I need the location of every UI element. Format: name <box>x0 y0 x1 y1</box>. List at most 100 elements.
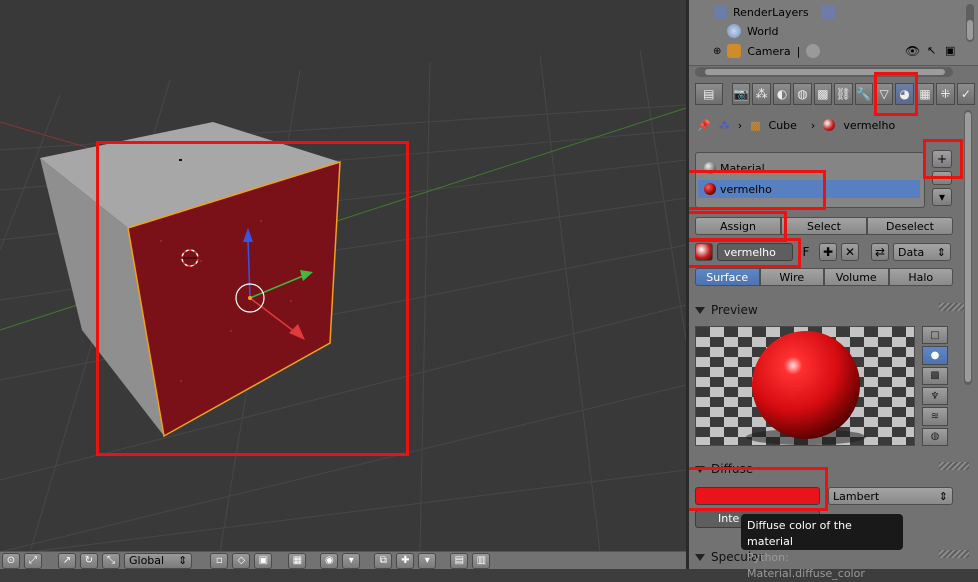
deselect-button[interactable]: Deselect <box>867 217 953 235</box>
render-image-icon[interactable]: ▤ <box>450 552 469 569</box>
physics-tab-icon[interactable]: ✓ <box>956 83 976 105</box>
material-name-field[interactable]: vermelho <box>717 243 793 261</box>
material-icon <box>704 183 716 195</box>
browse-material-icon[interactable] <box>695 243 713 261</box>
snap-target-icon[interactable]: ✚ <box>396 552 415 569</box>
snap-icon[interactable]: ⧉ <box>374 552 393 569</box>
render-layers-tab-icon[interactable]: ⁂ <box>752 83 771 105</box>
scene-data-icon: ⁂ <box>718 118 730 132</box>
collapse-triangle-icon <box>695 306 705 314</box>
panel-drag-grip[interactable] <box>939 550 969 558</box>
preview-sphere-icon[interactable]: ● <box>922 346 948 365</box>
updown-arrow-icon: ⇕ <box>178 554 188 567</box>
cube-object-icon: ▩ <box>750 118 761 132</box>
material-tab-icon[interactable]: ◕ <box>895 83 914 105</box>
select-button[interactable]: Select <box>781 217 867 235</box>
edge-select-icon[interactable]: ◇ <box>232 552 251 569</box>
manipulator-toggle-icon[interactable]: ⤢ <box>24 552 42 569</box>
preview-world-icon[interactable]: ◍ <box>922 427 948 446</box>
render-camera-icon[interactable]: ▣ <box>945 44 955 57</box>
outliner-item-render-layers[interactable]: RenderLayers <box>713 3 835 21</box>
preview-flat-icon[interactable]: □ <box>922 326 948 345</box>
texture-tab-icon[interactable]: ▦ <box>915 83 935 105</box>
face-select-icon[interactable]: ▣ <box>254 552 273 569</box>
limit-selection-icon[interactable]: ▦ <box>288 552 307 569</box>
scale-icon[interactable]: ⤡ <box>102 552 120 569</box>
tooltip-title: Diffuse color of the material <box>747 519 852 548</box>
object-tab-icon[interactable]: ▩ <box>813 83 833 105</box>
preview-title: Preview <box>711 303 758 317</box>
viewport-canvas[interactable] <box>0 0 686 552</box>
add-slot-button[interactable]: + <box>932 150 952 168</box>
preview-shape-buttons: □ ● ▩ ♆ ≋ ◍ <box>922 326 948 446</box>
remove-slot-button[interactable]: − <box>932 171 952 185</box>
assign-button[interactable]: Assign <box>695 217 781 235</box>
outliner-item-label: RenderLayers <box>733 5 809 19</box>
constraints-tab-icon[interactable]: ⛓ <box>834 83 853 105</box>
link-select-label: Data <box>898 245 925 259</box>
rotate-icon[interactable]: ↻ <box>80 552 98 569</box>
diffuse-color-swatch[interactable] <box>695 487 820 505</box>
intensity-label: Inte <box>718 512 740 525</box>
scene-tab-icon[interactable]: ◐ <box>772 83 792 105</box>
tab-surface[interactable]: Surface <box>695 268 760 286</box>
render-animation-icon[interactable]: ▥ <box>472 552 491 569</box>
panel-drag-grip[interactable] <box>939 462 969 470</box>
selectable-cursor-icon[interactable]: ↖ <box>927 44 936 57</box>
preview-panel-header[interactable]: Preview <box>695 302 758 318</box>
pin-icon[interactable]: 📌 <box>697 119 711 132</box>
expand-plus-icon[interactable]: ⊕ <box>713 46 721 57</box>
orientation-select[interactable]: Global ⇕ <box>124 552 193 569</box>
data-tab-icon[interactable]: ▽ <box>874 83 894 105</box>
fake-user-button[interactable]: F <box>797 243 815 261</box>
outliner-scrollbar[interactable] <box>966 4 974 42</box>
diffuse-shader-select[interactable]: Lambert ⇕ <box>828 487 953 505</box>
properties-tabs: ▤ 📷 ⁂ ◐ ◍ ▩ ⛓ 🔧 ▽ ◕ ▦ ⁜ ✓ <box>695 83 976 105</box>
preview-monkey-icon[interactable]: ♆ <box>922 386 948 406</box>
proportional-edit-icon[interactable]: ◉ <box>320 552 339 569</box>
slot-action-buttons: Assign Select Deselect <box>695 217 953 235</box>
updown-arrow-icon: ⇕ <box>938 489 948 503</box>
chevron-right-icon: › <box>737 118 743 132</box>
editor-type-icon[interactable]: ▤ <box>695 83 723 105</box>
vertex-select-icon[interactable]: ▫ <box>210 552 229 569</box>
outliner-hscrollbar[interactable] <box>695 67 953 77</box>
tooltip-python: Python: Material.diffuse_color <box>747 551 865 580</box>
material-slot-controls: + − ▾ <box>932 150 954 210</box>
tab-volume[interactable]: Volume <box>824 268 889 286</box>
outliner: RenderLayers World ⊕ Camera | 👁 ↖ ▣ <box>689 0 978 66</box>
slot-specials-button[interactable]: ▾ <box>932 188 952 206</box>
camera-icon <box>727 44 742 58</box>
modifiers-tab-icon[interactable]: 🔧 <box>854 83 873 105</box>
material-slot-item[interactable]: Material <box>698 159 920 177</box>
translate-icon[interactable]: ↗ <box>58 552 76 569</box>
outliner-item-world[interactable]: World <box>727 22 779 40</box>
tab-halo[interactable]: Halo <box>888 268 953 286</box>
dropdown-arrow-icon[interactable]: ▾ <box>342 552 361 569</box>
new-material-icon[interactable]: ✚ <box>819 243 837 261</box>
3d-viewport[interactable]: ⊙ ⤢ ↗ ↻ ⤡ Global ⇕ ▫ ◇ ▣ ▦ ◉ ▾ ⧉ ✚ ▾ ▤ ▥ <box>0 0 686 569</box>
outliner-item-camera[interactable]: ⊕ Camera | <box>713 42 821 60</box>
breadcrumb-object: Cube <box>768 118 797 132</box>
visibility-eye-icon[interactable]: 👁 <box>905 44 920 58</box>
pivot-icon[interactable]: ⊙ <box>2 552 20 569</box>
dropdown-arrow-icon[interactable]: ▾ <box>418 552 437 569</box>
preview-sphere <box>752 331 860 439</box>
particles-tab-icon[interactable]: ⁜ <box>936 83 955 105</box>
material-preview <box>695 326 915 446</box>
preview-cube-icon[interactable]: ▩ <box>922 366 948 385</box>
link-select[interactable]: Data ⇕ <box>893 243 951 261</box>
world-icon <box>727 24 741 38</box>
world-tab-icon[interactable]: ◍ <box>793 83 812 105</box>
diffuse-panel-header[interactable]: Diffuse <box>695 461 753 477</box>
preview-hair-icon[interactable]: ≋ <box>922 407 948 426</box>
unlink-material-icon[interactable]: ✕ <box>841 243 859 261</box>
material-slot-item-active[interactable]: vermelho <box>698 180 920 198</box>
properties-scrollbar[interactable] <box>964 110 972 385</box>
properties-area: RenderLayers World ⊕ Camera | 👁 ↖ ▣ ▤ 📷 … <box>689 0 978 569</box>
breadcrumb-material: vermelho <box>843 118 896 132</box>
link-type-icon[interactable]: ⇄ <box>871 243 889 261</box>
render-tab-icon[interactable]: 📷 <box>732 83 751 105</box>
tab-wire[interactable]: Wire <box>759 268 824 286</box>
diffuse-color-tooltip: Diffuse color of the material Python: Ma… <box>741 514 903 580</box>
